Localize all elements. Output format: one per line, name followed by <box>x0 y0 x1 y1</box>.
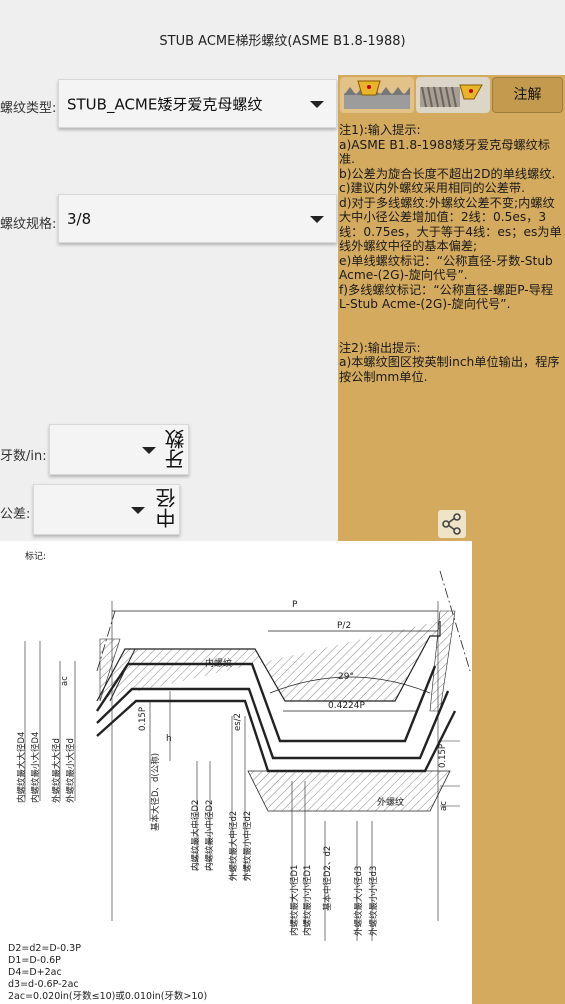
external-thread-label: 外螺纹 <box>377 796 404 808</box>
thread-spec-dropdown[interactable]: 3/8 <box>58 194 337 243</box>
thread-insert-icon <box>344 80 410 109</box>
note-line <box>339 326 562 341</box>
thread-type-value: STUB_ACME矮牙爱克母螺纹 <box>67 95 263 113</box>
label-d1-max: 内螺纹最大小径D1 <box>289 865 300 936</box>
thread-type-dropdown[interactable]: STUB_ACME矮牙爱克母螺纹 <box>58 79 337 128</box>
label-d4-min: 内螺纹最小大径D4 <box>30 732 41 803</box>
chevron-down-icon <box>142 447 156 454</box>
thread-spec-label: 螺纹规格: <box>0 217 57 232</box>
formula-block: D2=d2=D-0.3P D1=D-0.6P D4=D+2ac d3=d-0.6… <box>8 943 207 1003</box>
note-line: d)对于多线螺纹:外螺纹公差不变;内螺纹大中小径公差增加值：2线：0.5es，3… <box>339 195 562 254</box>
tolerance-side-label: 中径 <box>155 488 179 528</box>
note-line: f)多线螺纹标记：“公称直径-螺距P-导程L-Stub Acme-(2G)-旋向… <box>339 282 554 312</box>
dim-h: h <box>166 734 172 744</box>
thread-type-label: 螺纹类型: <box>0 101 57 116</box>
dim-angle: 29° <box>338 672 354 682</box>
dim-width: 0.4224P <box>328 701 365 711</box>
thread-spec-value: 3/8 <box>67 209 92 228</box>
label-d-min: 外螺纹最小大径d <box>65 738 76 803</box>
dim-015p-left: 0.15P <box>138 707 148 731</box>
label-d2-external-min: 外螺纹最小中径d2 <box>242 811 253 881</box>
dim-ac-right: ac <box>439 801 449 811</box>
label-basic-pitch: 基本中径D2、d2 <box>322 846 333 911</box>
notes-text: 注1):输入提示: a)ASME B1.8-1988矮牙爱克母螺纹标准. b)公… <box>339 123 562 384</box>
share-button[interactable] <box>438 510 466 538</box>
label-d1-min: 内螺纹最小小径D1 <box>302 865 313 936</box>
dim-015p-right: 0.15P <box>438 744 448 768</box>
note-line <box>339 312 562 327</box>
chevron-down-icon <box>310 216 324 223</box>
share-icon <box>442 513 461 535</box>
label-d2-external-max: 外螺纹最大中径d2 <box>228 811 239 881</box>
internal-thread-label: 内螺纹 <box>205 657 232 669</box>
dim-p-half: P/2 <box>337 621 351 631</box>
tpi-label: 牙数/in: <box>0 449 47 464</box>
dim-es2: es/2 <box>233 713 243 731</box>
tpi-side-label: 牙数 <box>164 429 188 469</box>
thread-profile-drawing: 标记: P P/2 29° 0.4224P 内螺纹 外螺纹 h ac ac 0.… <box>0 541 472 1004</box>
label-d2-internal-min: 内螺纹最小中径D2 <box>204 800 215 871</box>
page-title: STUB ACME梯形螺纹(ASME B1.8-1988) <box>159 34 406 49</box>
thread-profile-diagram: P P/2 29° 0.4224P 内螺纹 外螺纹 h ac ac 0.15P … <box>16 570 471 941</box>
label-d-max: 外螺纹最大大径d <box>51 738 62 803</box>
note-line: c)建议内外螺纹采用相同的公差带. <box>339 181 525 195</box>
formula-line: D2=d2=D-0.3P <box>8 943 81 954</box>
notes-button[interactable]: 注解 <box>492 77 563 113</box>
note-line: e)单线螺纹标记：“公称直径-牙数-Stub Acme-(2G)-旋向代号”. <box>339 253 553 283</box>
chevron-down-icon <box>131 507 145 514</box>
label-d3-max: 外螺纹最大小径d3 <box>353 866 364 936</box>
thread-tool-icon <box>420 84 483 108</box>
dim-p: P <box>292 600 298 610</box>
thread-photo-button[interactable] <box>416 77 490 113</box>
label-d4-max: 内螺纹最大大径D4 <box>16 732 27 803</box>
note-line: a)ASME B1.8-1988矮牙爱克母螺纹标准. <box>339 137 551 167</box>
note-line: 注2):输出提示: <box>339 340 421 355</box>
dim-ac-left: ac <box>60 676 70 686</box>
tolerance-label: 公差: <box>0 507 31 522</box>
formula-line: D4=D+2ac <box>8 967 62 978</box>
formula-line: d3=d-0.6P-2ac <box>8 979 79 990</box>
note-line: 注1):输入提示: <box>339 123 421 137</box>
thread-image-button[interactable] <box>340 77 414 113</box>
label-d2-internal-max: 内螺纹最大中径D2 <box>190 800 201 871</box>
tolerance-dropdown[interactable]: 中径 <box>33 484 180 535</box>
label-basic-major: 基本大径D、d(公称) <box>150 753 161 831</box>
formula-line: 2ac=0.020in(牙数≤10)或0.010in(牙数>10) <box>8 991 208 1002</box>
label-d3-min: 外螺纹最小小径d3 <box>368 866 379 936</box>
tpi-dropdown[interactable]: 牙数 <box>49 424 189 475</box>
note-line: b)公差为旋合长度不超出2D的单线螺纹. <box>339 166 556 181</box>
note-line: a)本螺纹图区按英制inch单位输出，程序按公制mm单位. <box>339 355 560 384</box>
formula-line: D1=D-0.6P <box>8 955 61 966</box>
chevron-down-icon <box>310 101 324 108</box>
